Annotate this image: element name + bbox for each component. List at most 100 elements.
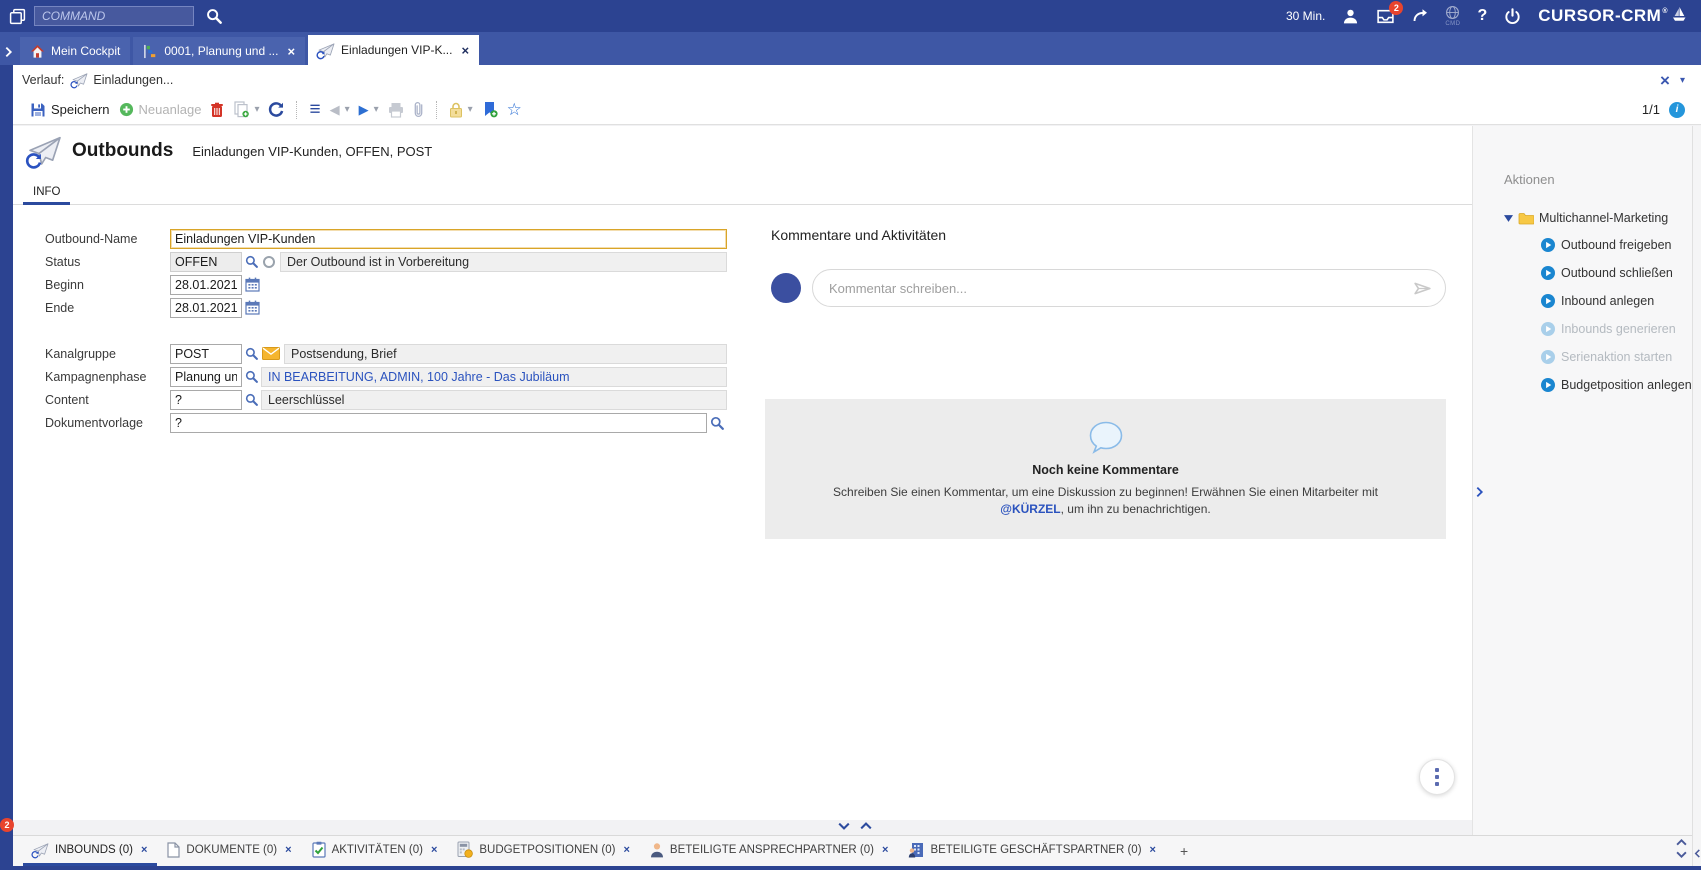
close-bottom-tab-icon[interactable]: × [141,844,147,856]
navigate-forward-button[interactable]: ▶ ▾ [359,102,379,118]
bottom-tab-dokumente[interactable]: DOKUMENTE (0) × [157,836,301,866]
command-input[interactable] [34,6,194,26]
help-icon[interactable]: ? [1478,7,1488,25]
mention-link[interactable]: @KÜRZEL [1000,502,1060,516]
lock-options-chevron-icon[interactable]: ▾ [468,104,473,115]
calendar-icon[interactable] [245,300,260,315]
status-lookup-icon[interactable] [245,255,258,268]
actions-panel: Aktionen Multichannel-Marketing Outbound… [1472,126,1701,835]
refresh-button[interactable] [268,102,284,118]
logout-power-icon[interactable] [1504,8,1521,25]
scroll-down-chevron-icon[interactable] [1676,851,1687,858]
outbound-name-input[interactable] [170,229,727,249]
comment-input[interactable] [813,281,1413,296]
copy-record-button[interactable]: ▾ [233,101,259,118]
history-entry[interactable]: Einladungen... [72,73,173,88]
close-bottom-tab-icon[interactable]: × [285,844,291,856]
close-tab-icon[interactable]: × [461,44,469,57]
expand-tabs-chevron-icon[interactable] [5,47,13,58]
delete-button[interactable] [210,102,224,118]
campaign-phase-link[interactable]: IN BEARBEITUNG, ADMIN, 100 Jahre - Das J… [261,367,727,387]
navigate-back-button[interactable]: ◀ ▾ [330,102,350,118]
scroll-up-chevron-icon[interactable] [1676,839,1687,846]
inbox-badge: 2 [1389,1,1403,15]
folder-icon [1518,212,1534,225]
sidebar-toggle-chevron-icon[interactable] [1476,487,1484,498]
print-button[interactable] [388,102,404,118]
bottom-tab-aktivitaeten[interactable]: AKTIVITÄTEN (0) × [302,836,448,866]
add-related-tab-button[interactable]: + [1166,836,1202,866]
info-icon[interactable]: i [1669,102,1685,118]
window-layers-icon[interactable] [9,8,26,25]
channel-group-lookup-icon[interactable] [245,347,258,360]
home-icon [30,44,45,59]
save-button[interactable]: Speichern [30,102,110,118]
globe-icon[interactable]: CMD [1445,5,1460,27]
lock-button[interactable]: ▾ [449,102,473,118]
add-bookmark-button[interactable] [482,101,498,118]
close-bottom-tab-icon[interactable]: × [1150,844,1156,856]
action-inbound-anlegen[interactable]: Inbound anlegen [1541,294,1701,308]
collapse-down-chevron-icon[interactable] [838,822,850,830]
forward-options-chevron-icon[interactable]: ▾ [374,104,379,115]
toolbar-separator [436,101,437,119]
more-options-button[interactable] [1419,759,1455,795]
menu-button[interactable]: ≡ [309,100,320,119]
comments-section: Kommentare und Aktivitäten Noch keine Ko… [765,227,1446,539]
content-lookup-icon[interactable] [245,393,258,406]
tab-kampagne[interactable]: 0001, Planung und ... × [133,37,305,65]
field-label: Ende [45,301,170,315]
search-icon[interactable] [206,8,222,24]
speech-bubble-icon [1088,420,1124,454]
right-scrollbar-track[interactable] [1692,126,1701,866]
redo-icon[interactable] [1412,8,1428,24]
document-template-input[interactable] [170,413,707,433]
action-outbound-freigeben[interactable]: Outbound freigeben [1541,238,1701,252]
content-input[interactable] [170,390,242,410]
new-record-button[interactable]: Neuanlage [119,102,202,117]
copy-options-chevron-icon[interactable]: ▾ [254,104,259,115]
channel-group-input[interactable] [170,344,242,364]
play-icon [1541,266,1555,280]
expand-up-chevron-icon[interactable] [860,822,872,830]
back-options-chevron-icon[interactable]: ▾ [345,104,350,115]
send-comment-icon[interactable] [1413,281,1432,296]
tab-einladungen-active[interactable]: Einladungen VIP-K... × [308,35,479,65]
action-serienaktion-starten: Serienaktion starten [1541,350,1701,364]
close-tab-icon[interactable]: × [287,45,295,58]
calendar-icon[interactable] [245,277,260,292]
tab-mein-cockpit[interactable]: Mein Cockpit [20,37,130,65]
action-group-multichannel[interactable]: Multichannel-Marketing [1504,211,1701,225]
user-icon[interactable] [1342,8,1359,25]
close-bottom-tab-icon[interactable]: × [431,844,437,856]
action-budgetposition-anlegen[interactable]: Budgetposition anlegen [1541,378,1701,392]
action-outbound-schliessen[interactable]: Outbound schließen [1541,266,1701,280]
field-label: Kanalgruppe [45,347,170,361]
bottom-tab-inbounds[interactable]: INBOUNDS (0) × [23,836,157,866]
outbound-entity-icon [28,136,62,166]
favorite-star-button[interactable]: ☆ [507,101,522,118]
close-bottom-tab-icon[interactable]: × [623,844,629,856]
campaign-phase-lookup-icon[interactable] [245,370,258,383]
collapse-left-chevron-icon[interactable] [1694,849,1701,858]
close-options-chevron-icon[interactable]: ▾ [1680,75,1685,86]
inbox-tray-icon[interactable]: 2 [1376,8,1395,25]
save-floppy-icon [30,102,46,118]
bottom-tab-geschaeftspartner[interactable]: BETEILIGTE GESCHÄFTSPARTNER (0) × [898,836,1166,866]
collapse-triangle-icon[interactable] [1504,215,1513,222]
begin-date-input[interactable] [170,275,242,295]
globe-caption: CMD [1445,21,1460,27]
bottom-tab-budgetpositionen[interactable]: BUDGETPOSITIONEN (0) × [447,836,640,866]
back-arrow-icon: ◀ [330,102,340,118]
document-template-lookup-icon[interactable] [710,416,724,430]
record-pager: 1/1 [1642,102,1660,117]
attachment-button[interactable] [413,101,424,118]
status-input[interactable] [170,252,242,272]
campaign-phase-input[interactable] [170,367,242,387]
end-date-input[interactable] [170,298,242,318]
action-list: Outbound freigeben Outbound schließen In… [1504,238,1701,392]
bottom-tab-ansprechpartner[interactable]: BETEILIGTE ANSPRECHPARTNER (0) × [640,836,899,866]
tab-info[interactable]: INFO [23,184,70,205]
close-bottom-tab-icon[interactable]: × [882,844,888,856]
close-record-icon[interactable]: × [1660,72,1670,89]
